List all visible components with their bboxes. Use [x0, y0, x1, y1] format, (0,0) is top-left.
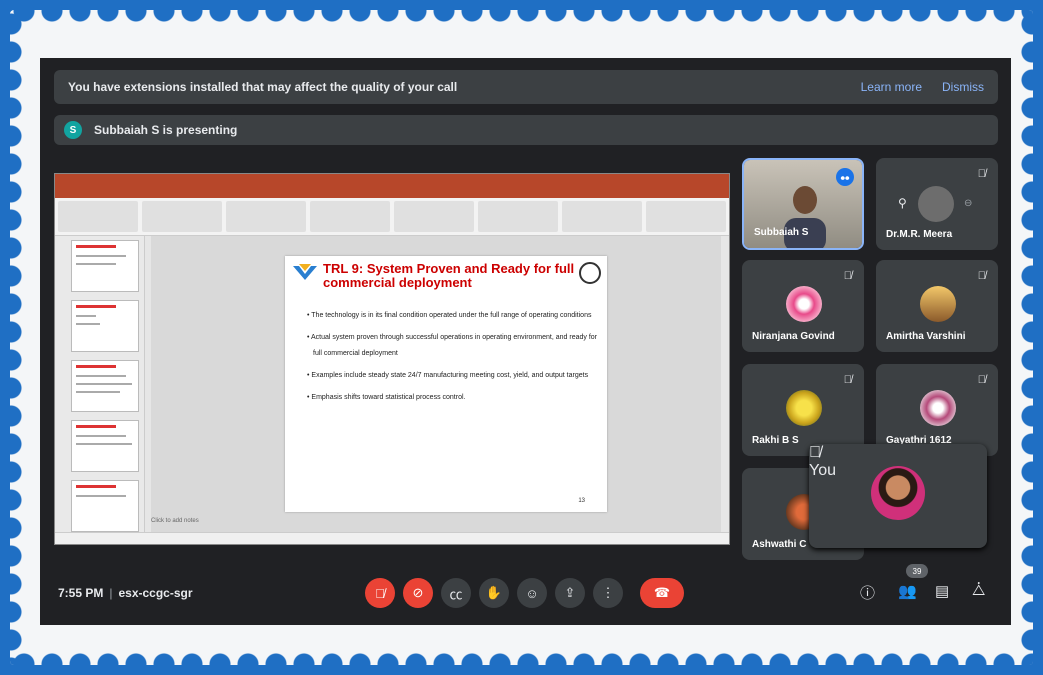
stamp-scallop-left — [10, 10, 22, 665]
slide-thumbnail — [71, 360, 139, 412]
clock-time: 7:55 PM — [58, 586, 104, 600]
self-view-tile[interactable]: 🎙̸ You — [809, 444, 987, 548]
participant-video — [784, 186, 826, 248]
participant-name: Niranjana Govind — [752, 331, 835, 342]
separator: | — [109, 586, 113, 600]
avatar — [920, 390, 956, 426]
avatar — [920, 286, 956, 322]
mic-off-icon: 🎙̸ — [843, 374, 852, 386]
ppt-ribbon-tabs — [55, 188, 729, 198]
participant-name: Amirtha Varshini — [886, 331, 966, 342]
participant-name: Subbaiah S — [754, 227, 809, 238]
emoji-button[interactable]: ☺ — [517, 578, 547, 608]
participant-tile[interactable]: 🎙̸ Amirtha Varshini — [876, 260, 998, 352]
present-screen-button[interactable]: ⇪ — [555, 578, 585, 608]
avatar — [786, 286, 822, 322]
bottom-toolbar: 7:55 PM | esx-ccgc-sgr 🎙̸ ⊘ ㏄ ✋ ☺ ⇪ ⋮ ☎ ⓘ … — [40, 564, 1011, 618]
camera-off-button[interactable]: ⊘ — [403, 578, 433, 608]
current-slide: TRL 9: System Proven and Ready for full … — [285, 256, 607, 512]
mic-off-icon: 🎙̸ — [809, 444, 821, 461]
activities-icon[interactable]: ⧊ — [972, 582, 985, 599]
participant-tile[interactable]: 🎙̸ Rakhi B S — [742, 364, 864, 456]
slide-thumbnails — [55, 236, 145, 532]
slide-bullet: • Emphasis shifts toward statistical pro… — [307, 394, 466, 401]
avatar — [918, 186, 954, 222]
stamp-scallop-bottom — [10, 653, 1033, 665]
slide-thumbnail — [71, 480, 139, 532]
participant-name: Rakhi B S — [752, 435, 799, 446]
participant-name: Dr.M.R. Meera — [886, 229, 953, 240]
avatar — [786, 390, 822, 426]
participant-tile[interactable]: ⦁⦁ Subbaiah S — [742, 158, 864, 250]
speaking-indicator-icon: ⦁⦁ — [836, 168, 854, 186]
presenting-bar: S Subbaiah S is presenting — [54, 115, 998, 145]
slide-editor: TRL 9: System Proven and Ready for full … — [151, 236, 721, 532]
end-call-button[interactable]: ☎ — [640, 578, 684, 608]
captions-button[interactable]: ㏄ — [441, 578, 471, 608]
slide-thumbnail — [71, 420, 139, 472]
ppt-statusbar — [55, 532, 729, 544]
people-icon[interactable]: 👥 — [898, 582, 917, 600]
mic-off-button[interactable]: 🎙̸ — [365, 578, 395, 608]
chat-icon[interactable]: ▤ — [935, 582, 949, 600]
slide-bullet: • Examples include steady state 24/7 man… — [307, 372, 589, 379]
university-logo-icon — [293, 264, 317, 280]
slide-page-number: 13 — [578, 498, 585, 504]
participant-name: Ashwathi C — [752, 539, 807, 550]
notes-placeholder: Click to add notes — [151, 518, 199, 524]
mic-off-icon: 🎙̸ — [843, 270, 852, 282]
extensions-warning-banner: You have extensions installed that may a… — [54, 70, 998, 104]
mic-off-icon: 🎙̸ — [977, 374, 986, 386]
presenting-text: Subbaiah S is presenting — [94, 123, 238, 137]
slide-bullet: • Actual system proven through successfu… — [307, 334, 598, 357]
banner-text: You have extensions installed that may a… — [68, 80, 458, 94]
more-options-button[interactable]: ⋮ — [593, 578, 623, 608]
ppt-ribbon — [55, 198, 729, 236]
mic-off-icon: 🎙̸ — [977, 168, 986, 180]
pin-icon: ⚲ — [898, 196, 907, 210]
presenter-avatar: S — [64, 121, 82, 139]
stamp-scallop-top — [10, 10, 1033, 22]
learn-more-link[interactable]: Learn more — [861, 80, 922, 94]
participant-count-badge: 39 — [906, 564, 928, 578]
participant-tile[interactable]: 🎙̸ Niranjana Govind — [742, 260, 864, 352]
stamp-scallop-right — [1021, 10, 1033, 665]
meeting-code: esx-ccgc-sgr — [118, 586, 193, 600]
info-icon[interactable]: ⓘ — [860, 582, 875, 603]
meeting-info: 7:55 PM | esx-ccgc-sgr — [58, 586, 193, 600]
slide-thumbnail — [71, 300, 139, 352]
shared-screen: TRL 9: System Proven and Ready for full … — [54, 173, 730, 545]
ppt-titlebar — [55, 174, 729, 188]
slide-thumbnail — [71, 240, 139, 292]
raise-hand-button[interactable]: ✋ — [479, 578, 509, 608]
slide-bullet: • The technology is in its final conditi… — [307, 312, 592, 319]
slide-bullets: • The technology is in its final conditi… — [305, 308, 597, 412]
slide-title: TRL 9: System Proven and Ready for full … — [323, 261, 575, 290]
dismiss-link[interactable]: Dismiss — [942, 80, 984, 94]
remove-icon: ⊖ — [964, 198, 973, 209]
participant-tile[interactable]: ⚲ ⊖ 🎙̸ Dr.M.R. Meera — [876, 158, 998, 250]
mic-off-icon: 🎙̸ — [977, 270, 986, 282]
self-avatar — [871, 466, 925, 520]
meet-window: You have extensions installed that may a… — [40, 58, 1011, 625]
participant-tile[interactable]: 🎙̸ Gayathri 1612 — [876, 364, 998, 456]
